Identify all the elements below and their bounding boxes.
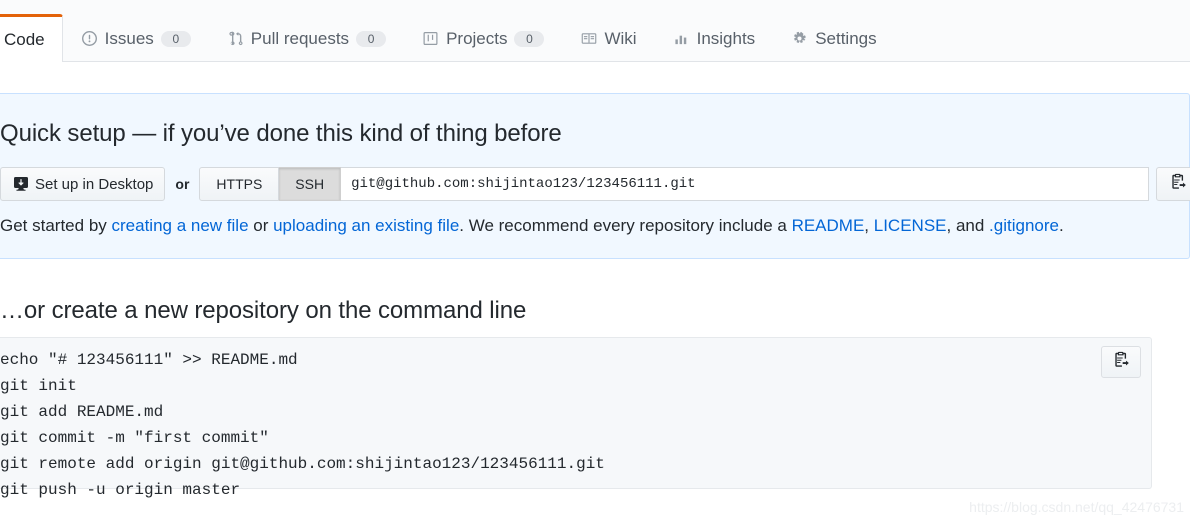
tab-wiki-label: Wiki [604,29,637,48]
tab-issues-label: Issues [104,29,154,48]
tab-insights-label: Insights [696,29,756,48]
help-prefix: Get started by [0,216,112,235]
tab-insights[interactable]: Insights [655,14,774,62]
tab-wiki[interactable]: Wiki [562,14,654,62]
quick-setup-controls: Set up in Desktop or HTTPS SSH [0,167,1190,201]
tab-pull-requests-count: 0 [356,30,387,47]
issue-opened-icon [81,30,98,47]
desktop-download-icon [12,176,29,193]
tab-pull-requests-label: Pull requests [250,29,350,48]
repository-nav-bar: Code Issues 0 Pull requests 0 Projects 0… [0,0,1190,62]
help-mid-3: , and [946,216,990,235]
gear-icon [791,30,808,47]
tab-issues[interactable]: Issues 0 [63,14,209,62]
quick-setup-panel: Quick setup — if you’ve done this kind o… [0,93,1190,259]
clipboard-copy-icon [1113,351,1130,373]
book-icon [580,30,597,47]
project-board-icon [422,30,439,47]
license-link[interactable]: LICENSE [874,216,947,235]
protocol-selector: HTTPS SSH [199,167,342,201]
tab-code-label: Code [4,30,45,49]
tab-pull-requests[interactable]: Pull requests 0 [209,14,404,62]
tab-settings[interactable]: Settings [773,14,894,62]
protocol-ssh-button[interactable]: SSH [279,167,342,201]
protocol-https-button[interactable]: HTTPS [199,167,280,201]
set-up-in-desktop-button[interactable]: Set up in Desktop [0,167,166,201]
tab-issues-count: 0 [160,30,191,47]
upload-existing-file-link[interactable]: uploading an existing file [273,216,459,235]
clone-url-input[interactable] [341,167,1150,201]
command-line-code-block: echo "# 123456111" >> README.md git init… [0,337,1152,499]
watermark-text: https://blog.csdn.net/qq_42476731 [969,499,1184,515]
command-line-code-text: echo "# 123456111" >> README.md git init… [0,351,605,499]
tab-projects-count: 0 [514,30,545,47]
copy-commands-button[interactable] [1101,346,1141,378]
tab-code[interactable]: Code [0,14,63,62]
git-pull-request-icon [227,30,244,47]
help-sep-1: , [864,216,874,235]
help-mid-1: or [248,216,274,235]
set-up-in-desktop-label: Set up in Desktop [35,175,154,193]
copy-clone-url-button[interactable] [1156,167,1190,201]
tab-settings-label: Settings [815,29,877,48]
or-label: or [175,176,190,192]
gitignore-link[interactable]: .gitignore [989,216,1059,235]
tab-projects-label: Projects [446,29,508,48]
help-suffix: . [1058,216,1064,235]
help-mid-2: . We recommend every repository include … [459,216,792,235]
graph-icon [673,30,690,47]
create-new-file-link[interactable]: creating a new file [112,216,249,235]
readme-link[interactable]: README [792,216,865,235]
command-line-title: …or create a new repository on the comma… [0,297,527,324]
quick-setup-title: Quick setup — if you’ve done this kind o… [0,120,562,147]
quick-setup-help-text: Get started by creating a new file or up… [0,216,1064,236]
repository-setup-page: Code Issues 0 Pull requests 0 Projects 0… [0,0,1190,529]
repository-tab-list: Code Issues 0 Pull requests 0 Projects 0… [0,14,895,62]
tab-projects[interactable]: Projects 0 [404,14,562,62]
clipboard-copy-icon [1170,173,1187,195]
